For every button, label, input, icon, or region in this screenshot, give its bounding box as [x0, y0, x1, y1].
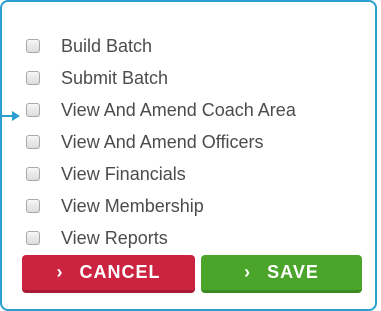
chevron-right-icon: › — [244, 262, 252, 282]
checkbox[interactable] — [26, 39, 40, 53]
checkbox[interactable] — [26, 199, 40, 213]
permission-item-submit-batch[interactable]: Submit Batch — [26, 62, 296, 94]
checkbox[interactable] — [26, 167, 40, 181]
pointer-arrow-icon — [12, 111, 20, 121]
checkbox[interactable] — [26, 71, 40, 85]
permissions-list: Build Batch Submit Batch View And Amend … — [26, 30, 296, 254]
permission-label: View Reports — [61, 227, 168, 248]
permission-item-view-reports[interactable]: View Reports — [26, 222, 296, 254]
permission-label: View And Amend Coach Area — [61, 99, 296, 120]
checkbox[interactable] — [26, 103, 40, 117]
permission-label: View Financials — [61, 163, 186, 184]
permission-label: View And Amend Officers — [61, 131, 264, 152]
permission-item-view-amend-coach-area[interactable]: View And Amend Coach Area — [26, 94, 296, 126]
permission-label: Submit Batch — [61, 67, 169, 88]
permission-item-build-batch[interactable]: Build Batch — [26, 30, 296, 62]
checkbox[interactable] — [26, 231, 40, 245]
save-button[interactable]: › SAVE — [201, 255, 362, 293]
permission-item-view-amend-officers[interactable]: View And Amend Officers — [26, 126, 296, 158]
save-button-label: SAVE — [267, 262, 319, 282]
permission-label: View Membership — [61, 195, 204, 216]
permission-item-view-financials[interactable]: View Financials — [26, 158, 296, 190]
cancel-button-label: CANCEL — [79, 262, 161, 282]
permission-item-view-membership[interactable]: View Membership — [26, 190, 296, 222]
checkbox[interactable] — [26, 135, 40, 149]
cancel-button[interactable]: › CANCEL — [22, 255, 195, 293]
permission-label: Build Batch — [61, 35, 153, 56]
chevron-right-icon: › — [56, 262, 64, 282]
